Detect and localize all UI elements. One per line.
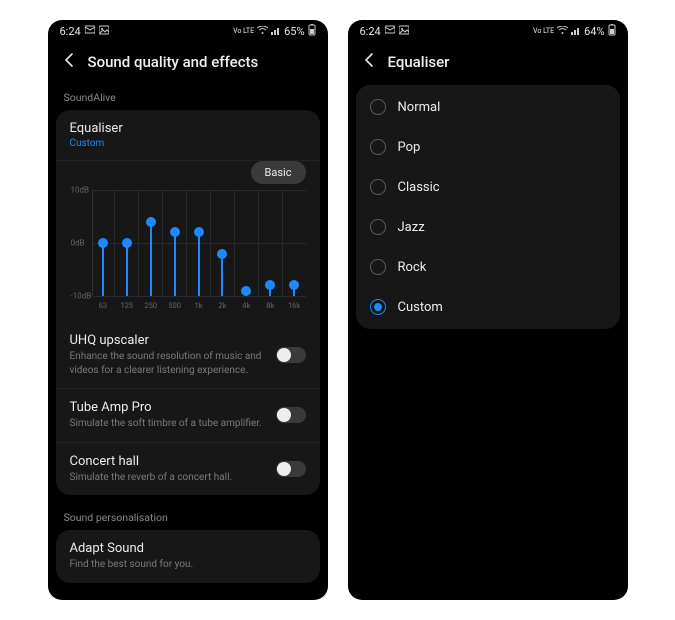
radio-icon[interactable]	[370, 179, 386, 195]
equaliser-title: Equaliser	[70, 121, 306, 136]
radio-icon[interactable]	[370, 99, 386, 115]
eq-x-tick: 4k	[242, 301, 250, 310]
eq-band[interactable]: 16k	[283, 190, 306, 296]
eq-x-tick: 2k	[218, 301, 226, 310]
radio-label: Pop	[398, 140, 421, 155]
equaliser-option[interactable]: Custom	[356, 287, 620, 327]
equaliser-chart-container: Basic -10dB0dB10dB 631252505001k2k4k8k16…	[56, 161, 320, 322]
eq-x-tick: 250	[144, 301, 157, 310]
status-battery: 64%	[584, 25, 604, 38]
personalisation-card: Adapt Sound Find the best sound for you.	[56, 530, 320, 583]
radio-label: Custom	[398, 300, 443, 315]
signal-icon	[271, 25, 281, 38]
status-bar: 6:24 Vo LTE 64%	[348, 20, 628, 42]
tube-toggle[interactable]	[276, 407, 306, 423]
status-time: 6:24	[360, 25, 381, 38]
radio-icon[interactable]	[370, 219, 386, 235]
uhq-title: UHQ upscaler	[70, 333, 266, 348]
equaliser-chart[interactable]: -10dB0dB10dB 631252505001k2k4k8k16k	[92, 190, 306, 310]
section-label-personalisation: Sound personalisation	[48, 505, 328, 530]
concert-title: Concert hall	[70, 454, 266, 469]
volte-icon: Vo LTE	[533, 28, 554, 35]
radio-icon[interactable]	[370, 259, 386, 275]
battery-icon	[308, 24, 316, 39]
back-icon[interactable]	[362, 52, 378, 71]
content-scroll[interactable]: SoundAlive Equaliser Custom Basic -10dB0…	[48, 85, 328, 600]
uhq-desc: Enhance the sound resolution of music an…	[70, 350, 266, 377]
radio-label: Normal	[398, 100, 441, 115]
wifi-icon	[257, 25, 268, 38]
eq-x-tick: 63	[99, 301, 107, 310]
section-label-soundalive: SoundAlive	[48, 85, 328, 110]
tube-row[interactable]: Tube Amp Pro Simulate the soft timbre of…	[56, 389, 320, 443]
concert-desc: Simulate the reverb of a concert hall.	[70, 471, 266, 485]
radio-icon[interactable]	[370, 299, 386, 315]
uhq-row[interactable]: UHQ upscaler Enhance the sound resolutio…	[56, 322, 320, 389]
eq-y-tick: 10dB	[71, 186, 90, 195]
status-bar: 6:24 Vo LTE 65%	[48, 20, 328, 42]
header: Sound quality and effects	[48, 42, 328, 85]
eq-band[interactable]: 4k	[235, 190, 259, 296]
eq-x-tick: 125	[121, 301, 134, 310]
sound-effects-footnote: Some sound effects can only be used with…	[48, 593, 328, 601]
wifi-icon	[557, 25, 568, 38]
eq-band[interactable]: 500	[163, 190, 187, 296]
adapt-desc: Find the best sound for you.	[70, 558, 306, 572]
status-battery: 65%	[284, 25, 304, 38]
eq-y-tick: 0dB	[71, 239, 85, 248]
radio-label: Classic	[398, 180, 440, 195]
radio-label: Jazz	[398, 220, 425, 235]
equaliser-mode: Custom	[70, 138, 306, 149]
equaliser-option[interactable]: Classic	[356, 167, 620, 207]
equaliser-row[interactable]: Equaliser Custom	[56, 110, 320, 161]
signal-icon	[571, 25, 581, 38]
soundalive-card: Equaliser Custom Basic -10dB0dB10dB 6312…	[56, 110, 320, 495]
battery-icon	[608, 24, 616, 39]
eq-band[interactable]: 63	[92, 190, 116, 296]
eq-x-tick: 8k	[266, 301, 274, 310]
content-scroll[interactable]: Normal Pop Classic Jazz Rock Custom	[348, 85, 628, 600]
eq-x-tick: 500	[168, 301, 181, 310]
screen-equaliser: 6:24 Vo LTE 64% Equaliser	[348, 20, 628, 600]
back-icon[interactable]	[62, 52, 78, 71]
eq-band[interactable]: 125	[115, 190, 139, 296]
equaliser-option[interactable]: Rock	[356, 247, 620, 287]
status-time: 6:24	[60, 25, 81, 38]
eq-band[interactable]: 2k	[211, 190, 235, 296]
adapt-title: Adapt Sound	[70, 541, 306, 556]
equaliser-option[interactable]: Pop	[356, 127, 620, 167]
tube-title: Tube Amp Pro	[70, 400, 266, 415]
eq-band[interactable]: 8k	[259, 190, 283, 296]
eq-x-tick: 16k	[288, 301, 300, 310]
volte-icon: Vo LTE	[233, 28, 254, 35]
adapt-sound-row[interactable]: Adapt Sound Find the best sound for you.	[56, 530, 320, 583]
radio-icon[interactable]	[370, 139, 386, 155]
concert-row[interactable]: Concert hall Simulate the reverb of a co…	[56, 443, 320, 496]
uhq-toggle[interactable]	[276, 347, 306, 363]
basic-button[interactable]: Basic	[251, 161, 306, 184]
message-icon	[85, 25, 95, 38]
image-icon	[99, 25, 109, 38]
page-title: Equaliser	[388, 53, 450, 71]
eq-band[interactable]: 250	[139, 190, 163, 296]
screen-sound-quality: 6:24 Vo LTE 65% Sound quality	[48, 20, 328, 600]
tube-desc: Simulate the soft timbre of a tube ampli…	[70, 417, 266, 431]
eq-band[interactable]: 1k	[187, 190, 211, 296]
message-icon	[385, 25, 395, 38]
eq-y-tick: -10dB	[71, 292, 92, 301]
header: Equaliser	[348, 42, 628, 85]
equaliser-option[interactable]: Jazz	[356, 207, 620, 247]
concert-toggle[interactable]	[276, 461, 306, 477]
page-title: Sound quality and effects	[88, 53, 259, 71]
eq-x-tick: 1k	[194, 301, 202, 310]
radio-label: Rock	[398, 260, 427, 275]
equaliser-option[interactable]: Normal	[356, 87, 620, 127]
image-icon	[399, 25, 409, 38]
equaliser-options-card: Normal Pop Classic Jazz Rock Custom	[356, 85, 620, 329]
